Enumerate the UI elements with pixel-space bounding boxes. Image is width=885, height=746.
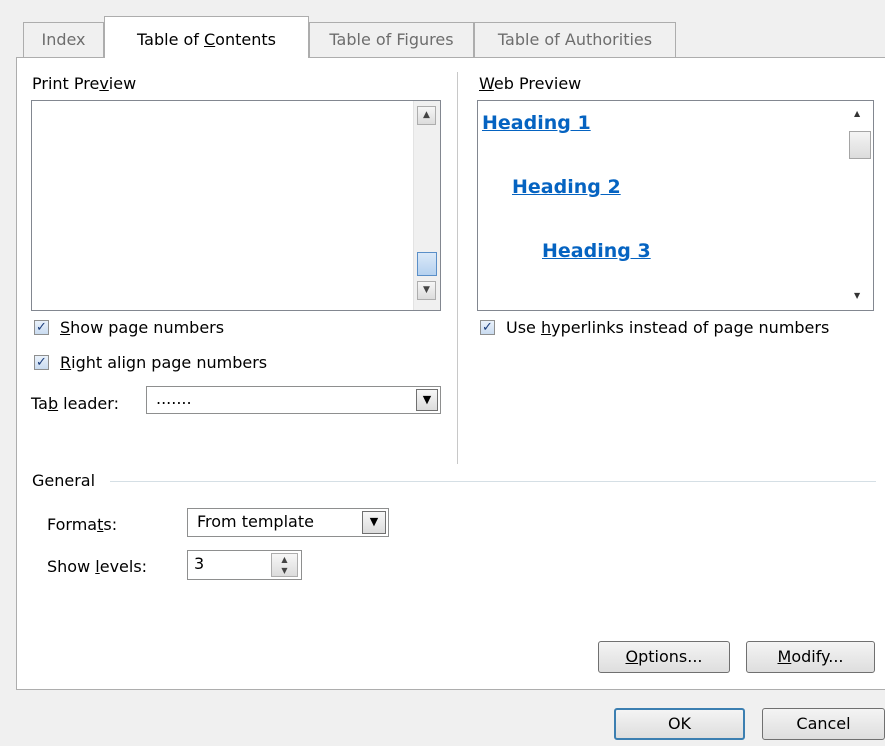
- tab-leader-select[interactable]: ....... ▼: [146, 386, 441, 414]
- use-hyperlinks-label: Use hyperlinks instead of page numbers: [506, 318, 830, 337]
- chevron-down-icon[interactable]: ▼: [416, 389, 438, 411]
- cancel-button[interactable]: Cancel: [762, 708, 885, 740]
- scroll-up-icon[interactable]: ▲: [417, 106, 436, 125]
- web-heading-2[interactable]: Heading 2: [512, 176, 621, 198]
- web-preview-scrollbar[interactable]: ▲ ▼: [847, 101, 873, 310]
- print-preview-title: Print Preview: [32, 74, 137, 93]
- right-align-label: Right align page numbers: [60, 353, 268, 372]
- use-hyperlinks-checkbox[interactable]: ✓: [480, 320, 495, 335]
- tab-leader-label: Tab leader:: [31, 394, 119, 413]
- web-preview-title: Web Preview: [479, 74, 582, 93]
- general-separator: [110, 481, 876, 482]
- vertical-divider: [457, 72, 458, 464]
- formats-value: From template: [197, 512, 314, 531]
- general-section-title: General: [32, 471, 96, 490]
- web-scroll-thumb[interactable]: [849, 131, 871, 159]
- show-levels-label: Show levels:: [47, 557, 148, 576]
- right-align-checkbox[interactable]: ✓: [34, 355, 49, 370]
- show-levels-input[interactable]: 3 ▲ ▼: [187, 550, 302, 580]
- web-scroll-up-icon[interactable]: ▲: [854, 109, 860, 118]
- print-preview-box: [31, 100, 441, 311]
- modify-button[interactable]: Modify...: [746, 641, 875, 673]
- show-page-numbers-checkbox[interactable]: ✓: [34, 320, 49, 335]
- spinner-icon[interactable]: ▲ ▼: [271, 553, 298, 577]
- options-button[interactable]: Options...: [598, 641, 730, 673]
- formats-label: Formats:: [47, 515, 118, 534]
- web-heading-1[interactable]: Heading 1: [482, 112, 591, 134]
- ok-button[interactable]: OK: [614, 708, 745, 740]
- web-scroll-down-icon[interactable]: ▼: [854, 291, 860, 300]
- scroll-down-icon[interactable]: ▼: [417, 281, 436, 300]
- print-preview-scrollbar[interactable]: ▲ ▼: [413, 101, 440, 310]
- show-levels-value: 3: [194, 554, 205, 573]
- chevron-down-icon[interactable]: ▼: [362, 511, 386, 534]
- show-page-numbers-label: Show page numbers: [60, 318, 225, 337]
- web-heading-3[interactable]: Heading 3: [542, 240, 651, 262]
- tab-leader-value: .......: [156, 389, 192, 408]
- formats-select[interactable]: From template ▼: [187, 508, 389, 537]
- scroll-thumb[interactable]: [417, 252, 437, 276]
